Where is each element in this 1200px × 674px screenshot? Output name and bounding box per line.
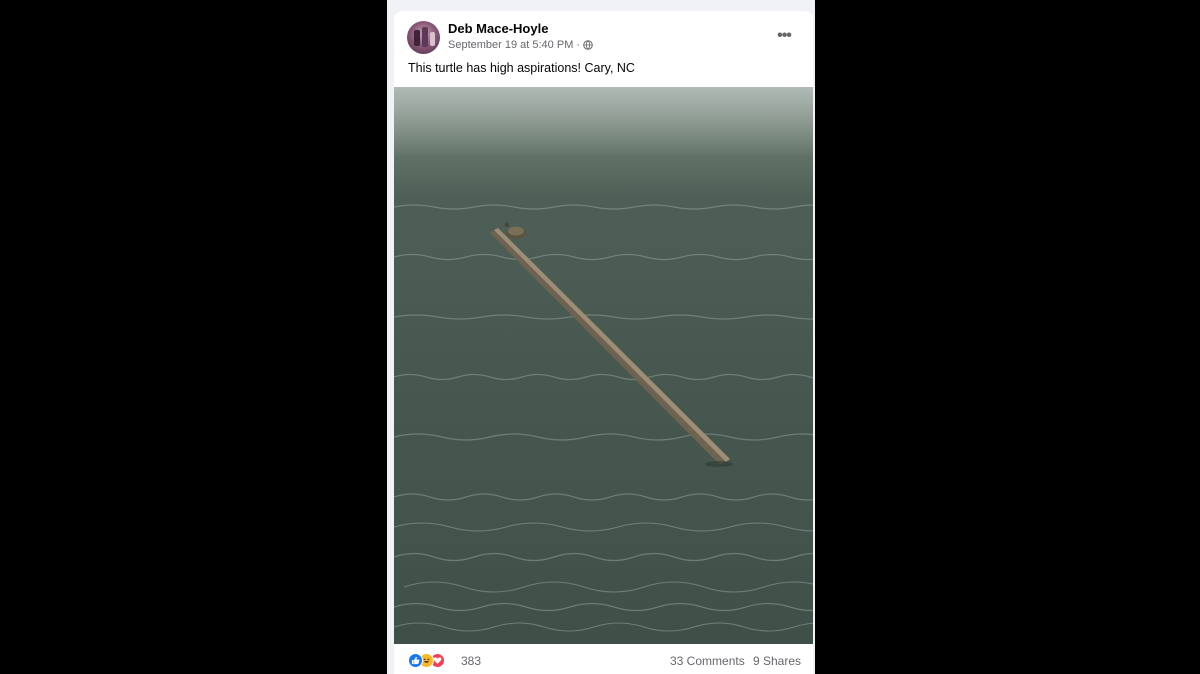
post-card: Deb Mace-Hoyle September 19 at 5:40 PM ·… xyxy=(394,11,813,674)
turtle xyxy=(504,222,526,239)
post-meta: September 19 at 5:40 PM · xyxy=(448,39,593,51)
post-header: Deb Mace-Hoyle September 19 at 5:40 PM ·… xyxy=(394,11,813,61)
more-options-button[interactable]: ••• xyxy=(770,25,798,47)
reaction-icons[interactable] xyxy=(408,653,456,669)
meta-separator: · xyxy=(576,39,581,51)
reaction-count[interactable]: 383 xyxy=(461,654,481,668)
post-timestamp[interactable]: September 19 at 5:40 PM xyxy=(448,39,573,51)
globe-icon xyxy=(583,40,593,50)
avatar[interactable] xyxy=(407,21,440,54)
shares-link[interactable]: 9 Shares xyxy=(753,654,801,668)
post-text: This turtle has high aspirations! Cary, … xyxy=(408,61,635,75)
author-name[interactable]: Deb Mace-Hoyle xyxy=(448,21,548,36)
like-icon xyxy=(408,653,423,668)
reaction-bar: 383 33 Comments 9 Shares xyxy=(394,644,813,674)
post-photo[interactable] xyxy=(394,87,813,644)
photo-scene xyxy=(394,204,813,632)
comments-link[interactable]: 33 Comments xyxy=(670,654,745,668)
